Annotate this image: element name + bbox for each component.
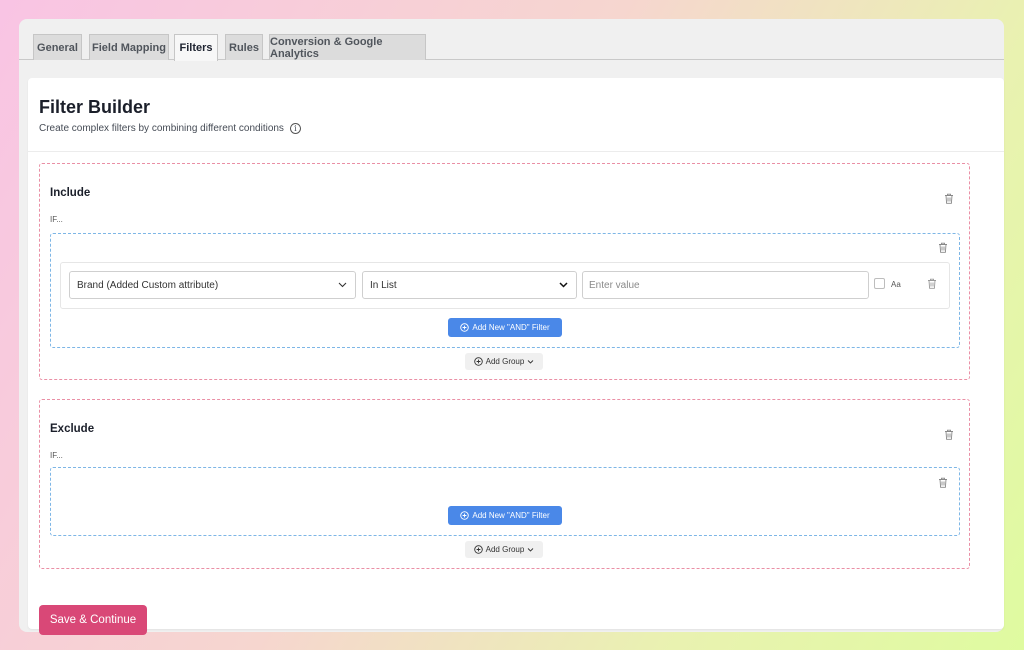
delete-include-section-icon[interactable]: [944, 193, 954, 204]
exclude-title: Exclude: [50, 423, 95, 435]
header-divider: [28, 151, 1004, 152]
value-input[interactable]: [582, 271, 869, 299]
delete-condition-icon[interactable]: [927, 278, 937, 289]
tab-filters[interactable]: Filters: [174, 34, 218, 61]
chevron-down-icon: [338, 282, 347, 288]
case-sensitive-label: Aa: [891, 280, 901, 289]
operator-select-value: In List: [370, 279, 397, 291]
tab-rules[interactable]: Rules: [225, 34, 263, 60]
plus-circle-icon: [460, 511, 470, 520]
attribute-select-value: Brand (Added Custom attribute): [77, 279, 219, 291]
settings-window: General Field Mapping Filters Rules Conv…: [19, 19, 1004, 635]
chevron-down-icon: [559, 282, 568, 288]
condition-row: Brand (Added Custom attribute) In List A…: [60, 262, 950, 309]
chevron-down-icon: [528, 360, 534, 364]
add-group-label: Add Group: [485, 357, 525, 366]
exclude-section: Exclude IF... Add New "AND" Filter Add G…: [39, 399, 970, 569]
page-subtitle: Create complex filters by combining diff…: [39, 123, 301, 134]
exclude-if-label: IF...: [50, 451, 63, 460]
add-and-filter-label: Add New "AND" Filter: [472, 323, 550, 332]
plus-circle-icon: [473, 545, 483, 554]
add-group-label: Add Group: [485, 545, 525, 554]
delete-group-icon[interactable]: [938, 242, 948, 253]
attribute-select[interactable]: Brand (Added Custom attribute): [69, 271, 356, 299]
add-and-filter-button[interactable]: Add New "AND" Filter: [448, 318, 562, 337]
plus-circle-icon: [473, 357, 483, 366]
add-group-button[interactable]: Add Group: [465, 541, 543, 558]
page-title: Filter Builder: [39, 97, 151, 117]
case-sensitive-checkbox[interactable]: [874, 278, 885, 289]
exclude-filter-group: Add New "AND" Filter: [50, 467, 960, 536]
delete-group-icon[interactable]: [938, 477, 948, 488]
save-continue-button[interactable]: Save & Continue: [39, 605, 147, 635]
chevron-down-icon: [528, 548, 534, 552]
delete-exclude-section-icon[interactable]: [944, 429, 954, 440]
operator-select[interactable]: In List: [362, 271, 577, 299]
tab-general[interactable]: General: [33, 34, 82, 60]
include-filter-group: Brand (Added Custom attribute) In List A…: [50, 233, 960, 348]
add-and-filter-button[interactable]: Add New "AND" Filter: [448, 506, 562, 525]
add-group-button[interactable]: Add Group: [465, 353, 543, 370]
include-title: Include: [50, 187, 91, 199]
add-and-filter-label: Add New "AND" Filter: [472, 511, 550, 520]
include-section: Include IF... Brand (Added Custom attrib…: [39, 163, 970, 380]
tab-conversion-google-analytics[interactable]: Conversion & Google Analytics: [269, 34, 426, 60]
include-if-label: IF...: [50, 215, 63, 224]
filters-panel: Filter Builder Create complex filters by…: [28, 78, 1004, 635]
subtitle-text: Create complex filters by combining diff…: [39, 123, 284, 134]
tab-bar: General Field Mapping Filters Rules Conv…: [19, 19, 1004, 61]
plus-circle-icon: [460, 323, 470, 332]
tab-field-mapping[interactable]: Field Mapping: [89, 34, 169, 60]
info-icon[interactable]: i: [289, 123, 301, 134]
